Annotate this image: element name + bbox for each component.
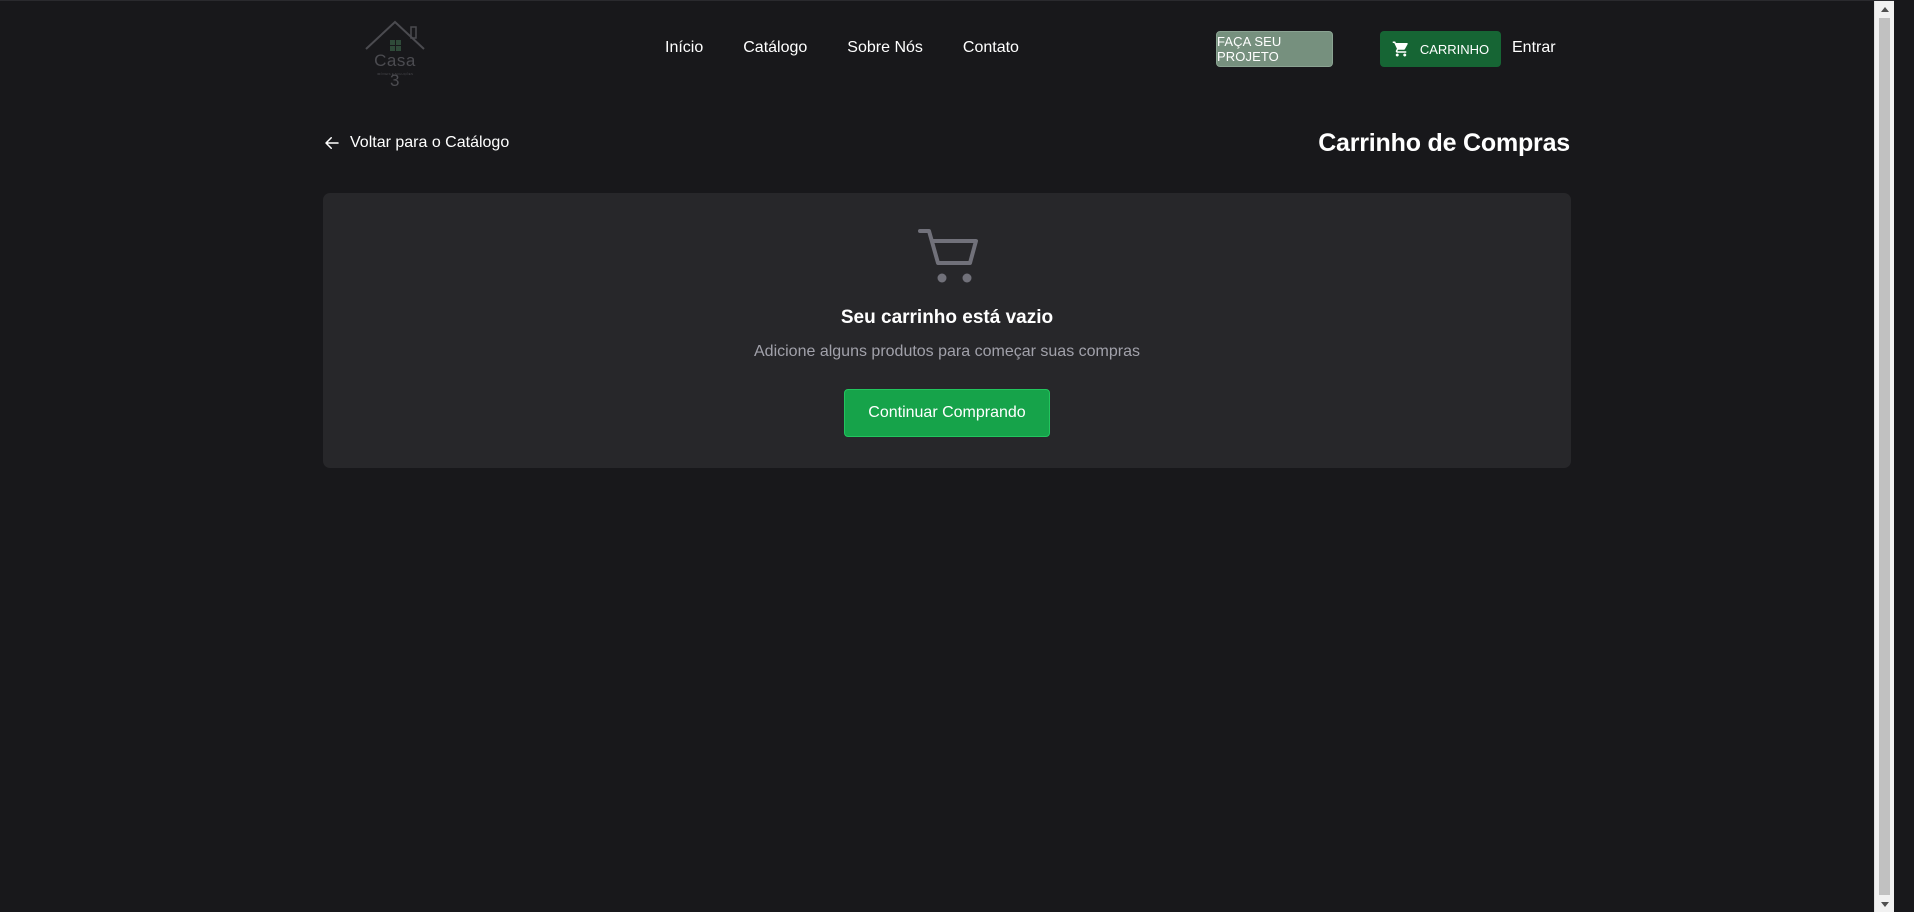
back-to-catalog-link[interactable]: Voltar para o Catálogo [323, 134, 509, 152]
project-button[interactable]: FAÇA SEU PROJETO [1216, 31, 1333, 67]
continue-shopping-button[interactable]: Continuar Comprando [844, 389, 1050, 437]
vertical-scrollbar[interactable] [1874, 1, 1894, 912]
shopping-cart-icon [918, 229, 978, 283]
nav-link-catalogo[interactable]: Catálogo [743, 37, 807, 59]
empty-cart-heading: Seu carrinho está vazio [840, 307, 1054, 328]
login-link[interactable]: Entrar [1512, 37, 1556, 59]
nav-link-inicio[interactable]: Início [665, 37, 703, 59]
cart-button-label: CARRINHO [1419, 41, 1490, 57]
nav-link-contato[interactable]: Contato [963, 37, 1019, 59]
main-nav: Início Catálogo Sobre Nós Contato [665, 37, 1059, 59]
scroll-down-arrow-icon[interactable] [1875, 896, 1895, 912]
site-header: Casa 3 IMÓVEIS E SOLUÇÕES Início Catálog… [0, 1, 1894, 96]
empty-cart-card: Seu carrinho está vazio Adicione alguns … [323, 193, 1571, 468]
nav-link-sobre-nos[interactable]: Sobre Nós [847, 37, 923, 59]
logo-text: Casa 3 [374, 51, 416, 90]
cart-button[interactable]: CARRINHO [1380, 31, 1501, 67]
empty-cart-subtext: Adicione alguns produtos para começar su… [754, 343, 1140, 360]
scroll-up-arrow-icon[interactable] [1875, 1, 1895, 18]
scrollbar-thumb[interactable] [1879, 18, 1890, 895]
app-viewport: Casa 3 IMÓVEIS E SOLUÇÕES Início Catálog… [0, 0, 1894, 912]
back-link-label: Voltar para o Catálogo [350, 134, 510, 151]
cart-icon [1392, 41, 1408, 57]
page-title: Carrinho de Compras [1318, 129, 1570, 157]
site-logo[interactable]: Casa 3 IMÓVEIS E SOLUÇÕES [360, 17, 430, 90]
arrow-left-icon [325, 137, 339, 149]
logo-tagline: IMÓVEIS E SOLUÇÕES [376, 72, 414, 76]
